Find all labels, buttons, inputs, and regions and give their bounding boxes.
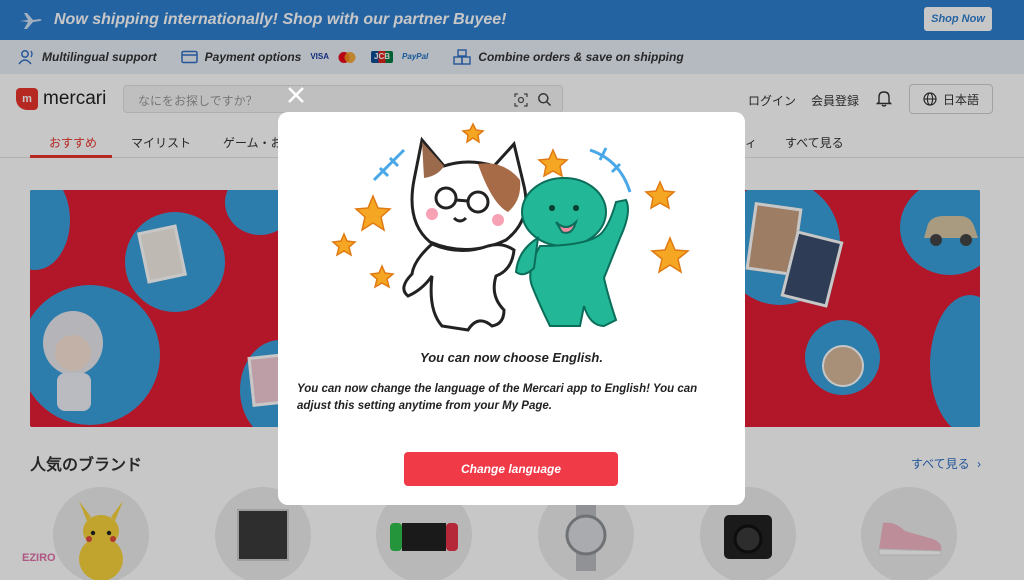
- sparkle-right-icon: [589, 147, 632, 193]
- green-character: [514, 177, 629, 328]
- modal-title: You can now choose English.: [420, 350, 603, 365]
- modal-body: You can now change the language of the M…: [297, 383, 698, 412]
- language-modal: You can now choose English. You can now …: [278, 112, 745, 505]
- mascots-illustration: [331, 122, 690, 332]
- cat-character: [402, 136, 528, 332]
- sparkle-left-icon: [372, 148, 406, 182]
- change-language-button[interactable]: Change language: [404, 452, 618, 486]
- close-icon[interactable]: [286, 85, 306, 105]
